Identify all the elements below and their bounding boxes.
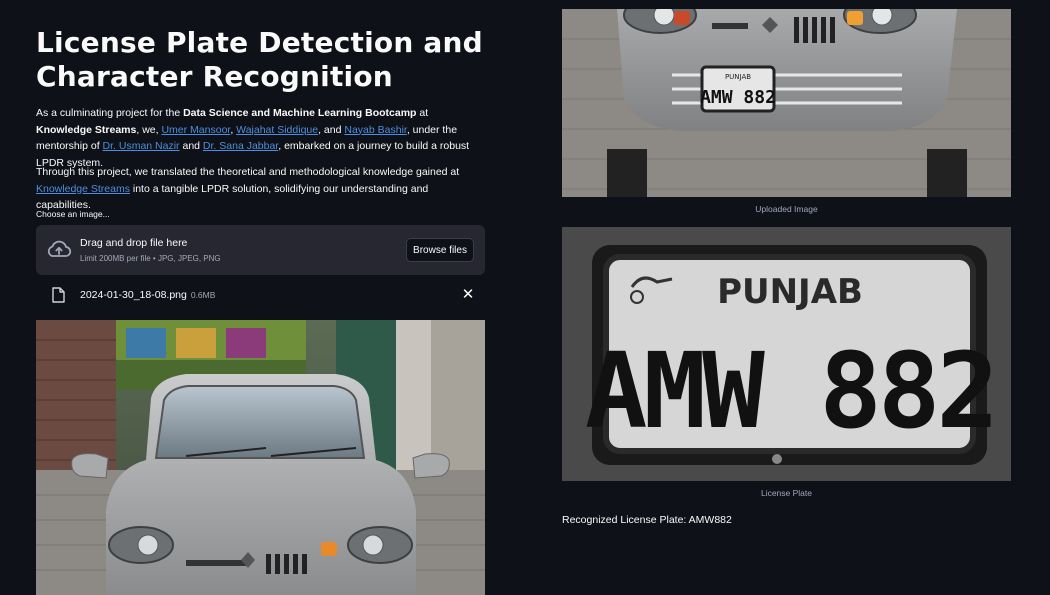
output-column: PUNJAB AMW 882 Uploaded Image PUNJAB AMW… [562,0,1011,595]
intro-text: As a culminating project for the [36,107,184,119]
license-plate-caption: License Plate [760,488,813,498]
uploaded-image: PUNJAB AMW 882 [562,9,1011,197]
browse-files-button[interactable]: Browse files [406,238,474,262]
intro-paragraph: As a culminating project for the Data Sc… [36,105,485,171]
car-plate-number: AMW 882 [700,87,776,108]
file-dropzone[interactable]: Drag and drop file here Limit 200MB per … [36,225,485,275]
project-paragraph: Through this project, we translated the … [36,164,485,214]
car-photo [36,320,485,595]
file-icon [52,287,65,303]
project-text: Through this project, we translated the … [36,166,460,178]
knowledge-streams-link[interactable]: Knowledge Streams [36,183,130,195]
author-link-nayab[interactable]: Nayab Bashir [344,124,406,136]
main-column: License Plate Detection and Character Re… [36,0,485,595]
author-link-wajahat[interactable]: Wajahat Siddique [236,124,318,136]
dropzone-limit: Limit 200MB per file • JPG, JPEG, PNG [80,254,221,263]
file-name: 2024-01-30_18-08.png [80,289,187,301]
uploaded-image-caption: Uploaded Image [755,204,818,214]
recognized-plate-text: Recognized License Plate: AMW882 [562,514,732,526]
car-plate-province: PUNJAB [725,73,751,81]
uploaded-car-photo: PUNJAB AMW 882 [562,9,1011,197]
page-title: License Plate Detection and Character Re… [36,26,483,93]
file-name-wrap: 2024-01-30_18-08.png 0.6MB [80,289,215,301]
intro-text: and [179,140,203,152]
uploader-label: Choose an image... [36,209,110,219]
cloud-upload-icon [47,240,72,257]
plate-number: AMW 882 [585,330,995,452]
intro-text: at [416,107,429,119]
plate-crop-photo: PUNJAB AMW 882 [562,227,1011,481]
uploaded-file-row: 2024-01-30_18-08.png 0.6MB ✕ [36,282,485,308]
org-name: Knowledge Streams [36,123,137,136]
intro-text: , and [318,123,345,136]
intro-text: , we, [136,123,162,136]
bootcamp-name: Data Science and Machine Learning Bootca… [183,107,417,119]
dropzone-title: Drag and drop file here [80,237,188,249]
remove-file-icon[interactable]: ✕ [459,286,477,304]
car-image-preview [36,320,485,595]
mentor-link-sana[interactable]: Dr. Sana Jabbar [203,140,278,152]
file-size: 0.6MB [190,290,216,300]
author-link-umer[interactable]: Umer Mansoor [161,124,230,136]
license-plate-image: PUNJAB AMW 882 [562,227,1011,481]
plate-province: PUNJAB [717,272,863,312]
mentor-link-usman[interactable]: Dr. Usman Nazir [103,140,180,152]
